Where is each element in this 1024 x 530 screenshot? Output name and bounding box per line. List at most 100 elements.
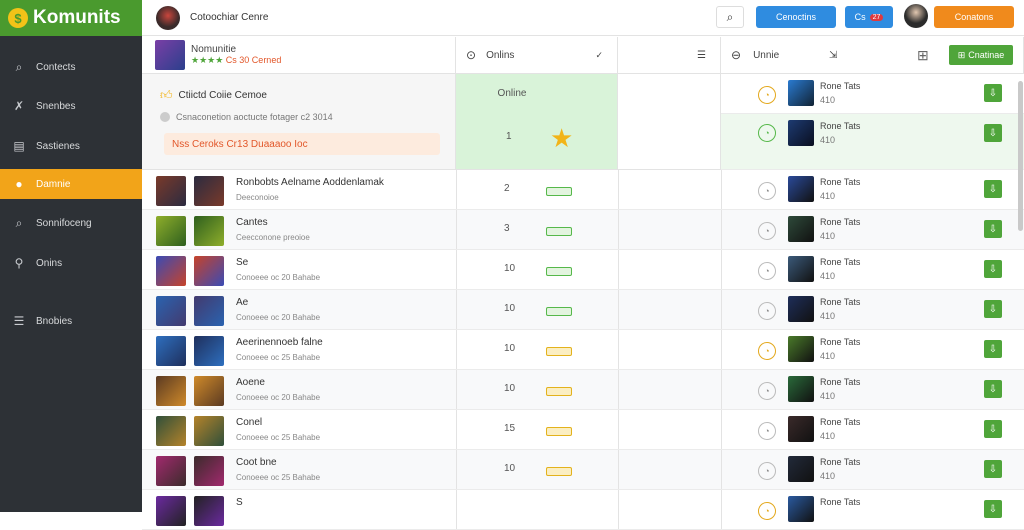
online-value: 1	[506, 131, 512, 142]
online-label: Online	[497, 88, 527, 99]
app-name: Komunits	[33, 7, 121, 28]
row-action-button[interactable]: ⇩	[984, 260, 1002, 278]
sidebar-item-label: Snenbes	[36, 100, 76, 112]
sidebar-item-snenbes[interactable]: ✗ Snenbes	[0, 91, 142, 121]
sidebar-item-damnie[interactable]: ● Damnie	[0, 169, 142, 199]
row-action-button[interactable]: ⇩	[984, 180, 1002, 198]
row-action-button[interactable]: ⇩	[984, 220, 1002, 238]
column-divider	[618, 370, 619, 409]
plus-icon: ⊞	[957, 49, 966, 60]
featured-header[interactable]: Nomunitie ★★★★ Cs 30 Cerned	[142, 37, 456, 74]
table-row[interactable]: S ◔ Rone Tats ⇩	[142, 490, 1024, 530]
row-subtitle: Deeconoioe	[236, 193, 279, 202]
table-row[interactable]: Ronbobts Aelname Aoddenlamak Deeconoioe 2 ◔…	[142, 170, 1024, 210]
online-cell: Online 1	[456, 74, 618, 170]
column-divider	[721, 210, 722, 249]
table-row[interactable]: ◔ Rone Tats 410 ⇩	[721, 74, 1024, 114]
status-tag	[546, 387, 572, 396]
column-divider	[721, 370, 722, 409]
clock-icon: ◔	[758, 422, 776, 440]
coin-icon: ●	[15, 177, 23, 191]
column-divider	[618, 410, 619, 449]
sidebar-item-sastienes[interactable]: ▤ Sastienes	[0, 131, 142, 161]
game-thumbnail	[156, 376, 186, 406]
sidebar-item-contects[interactable]: ⌕ Contects	[0, 52, 142, 82]
status-tag	[546, 187, 572, 196]
game-thumbnail	[156, 336, 186, 366]
user-avatar[interactable]	[904, 4, 928, 28]
row-note: Rone Tats	[820, 297, 861, 307]
scrollbar[interactable]	[1018, 81, 1023, 231]
row-name: Cantes	[236, 217, 268, 228]
row-action-button[interactable]: ⇩	[984, 420, 1002, 438]
clock-icon: ◔	[758, 262, 776, 280]
rating-text: Cs 30 Cerned	[225, 55, 282, 65]
row-value: 410	[820, 351, 836, 361]
sidebar-item-onins[interactable]: ⚲ Onins	[0, 248, 142, 278]
game-thumbnail	[156, 416, 186, 446]
avatar	[788, 120, 814, 146]
table-row[interactable]: Se Conoeee oc 20 Bahabe 10 ◔ Rone Tats 410 ⇩	[142, 250, 1024, 290]
cenoctins-button[interactable]: Cenoctins	[756, 6, 836, 28]
column-divider	[618, 330, 619, 369]
clock-icon: ◔	[758, 462, 776, 480]
column-divider	[721, 490, 722, 529]
search-button[interactable]: ⌕	[716, 6, 744, 28]
table-row[interactable]: Aoene Conoeee oc 20 Bahabe 10 ◔ Rone Tats 410…	[142, 370, 1024, 410]
row-action-button[interactable]: ⇩	[984, 84, 1002, 102]
table-row[interactable]: Aeerinennoeb falne Conoeee oc 25 Bahabe 10…	[142, 330, 1024, 370]
row-name: Ae	[236, 297, 249, 308]
unnie-column-header[interactable]: ⊖ Unnie ⇲ ⊞ ⊞ Cnatinae	[721, 37, 1024, 74]
row-action-button[interactable]: ⇩	[984, 300, 1002, 318]
row-value: 410	[820, 391, 836, 401]
menu-column-header[interactable]: ☰	[618, 37, 721, 74]
table-row[interactable]: Coot bne Conoeee oc 25 Bahabe 10 ◔ Rone Tats…	[142, 450, 1024, 490]
column-divider	[721, 290, 722, 329]
button-label: Cenoctins	[775, 12, 817, 22]
row-note: Rone Tats	[820, 417, 861, 427]
community-avatar[interactable]	[156, 5, 180, 30]
search-icon: ⌕	[15, 59, 23, 74]
row-value: 410	[820, 135, 836, 145]
row-note: Rone Tats	[820, 497, 861, 507]
status-tag	[546, 267, 572, 276]
row-action-button[interactable]: ⇩	[984, 500, 1002, 518]
grid-plus-icon[interactable]: ⊞	[917, 47, 929, 64]
sidebar-item-label: Bnobies	[36, 315, 73, 327]
main-content: Nomunitie ★★★★ Cs 30 Cerned ⊙ Onlins ✓ ☰…	[142, 37, 1024, 530]
row-subtitle: Conoeee oc 25 Bahabe	[236, 353, 321, 362]
table-row[interactable]: Cantes Ceecconone preoioe 3 ◔ Rone Tats 410 ⇩	[142, 210, 1024, 250]
conatons-button[interactable]: Conatons	[934, 6, 1014, 28]
sidebar-item-sonnifoceng[interactable]: ⌕ Sonnifoceng	[0, 208, 142, 238]
row-subtitle: Conoeee oc 20 Bahabe	[236, 393, 321, 402]
row-note: Rone Tats	[820, 81, 861, 91]
sidebar-item-bnobies[interactable]: ☰ Bnobies	[0, 306, 142, 336]
sidebar: $ Komunits ⌕ Contects ✗ Snenbes ▤ Sastienes…	[0, 0, 142, 512]
app-logo[interactable]: $ Komunits	[0, 0, 142, 36]
cnatinae-button[interactable]: ⊞ Cnatinae	[949, 45, 1013, 65]
info-icon	[160, 112, 170, 122]
row-action-button[interactable]: ⇩	[984, 460, 1002, 478]
row-value: 410	[820, 231, 836, 241]
pin-icon: ⚲	[14, 256, 24, 270]
button-label: Cnatinae	[968, 50, 1005, 60]
game-thumbnail	[194, 416, 224, 446]
row-count: 15	[504, 423, 516, 434]
table-row[interactable]: Conel Conoeee oc 25 Bahabe 15 ◔ Rone Tats 410…	[142, 410, 1024, 450]
column-divider	[721, 450, 722, 489]
row-action-button[interactable]: ⇩	[984, 340, 1002, 358]
column-divider	[456, 210, 457, 249]
row-action-button[interactable]: ⇩	[984, 124, 1002, 142]
table-row[interactable]: Ae Conoeee oc 20 Bahabe 10 ◔ Rone Tats 410 ⇩	[142, 290, 1024, 330]
column-divider	[456, 330, 457, 369]
menu-icon: ☰	[697, 49, 706, 61]
column-divider	[456, 290, 457, 329]
alert-banner[interactable]: Nss Ceroks Cr13 Duaaaoo Ioc	[164, 133, 440, 155]
thumbs-up-icon: 👍︎	[160, 88, 173, 102]
table-row[interactable]: ◔ Rone Tats 410 ⇩	[721, 114, 1024, 170]
online-column-header[interactable]: ⊙ Onlins ✓	[456, 37, 618, 74]
row-action-button[interactable]: ⇩	[984, 380, 1002, 398]
column-divider	[618, 210, 619, 249]
cs-button[interactable]: Cs 27	[845, 6, 893, 28]
row-note: Rone Tats	[820, 377, 861, 387]
